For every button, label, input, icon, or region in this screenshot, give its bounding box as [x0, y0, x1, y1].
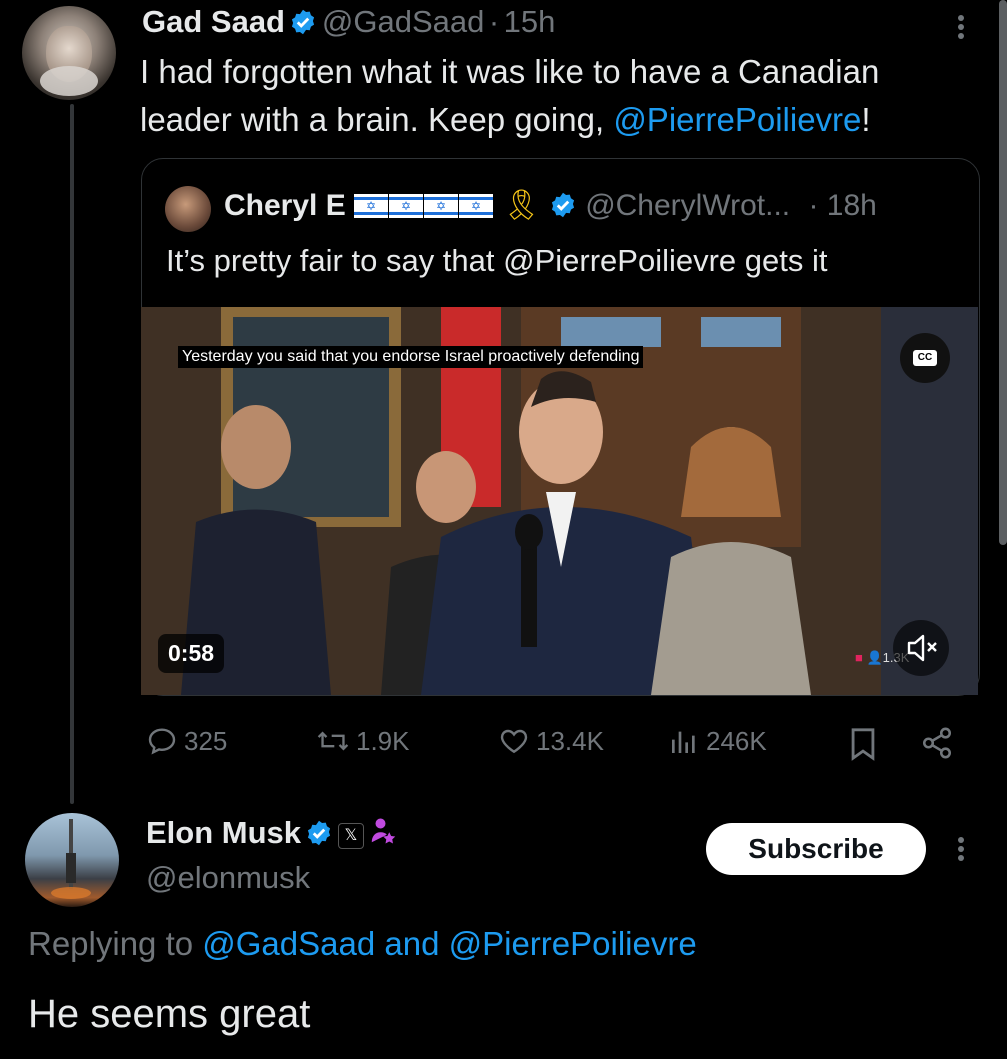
quote-author-handle: @CherylWrot...	[585, 189, 791, 222]
thread-line	[70, 104, 74, 804]
scrollbar[interactable]	[999, 0, 1007, 545]
tweet-text-segment: !	[861, 101, 871, 138]
x-affiliate-badge-icon: 𝕏	[337, 823, 364, 849]
mute-button[interactable]	[893, 620, 949, 676]
viewer-icon: 👤	[866, 650, 883, 665]
quote-text: It’s pretty fair to say that @PierrePoil…	[166, 243, 828, 278]
quote-timestamp: · 18h	[808, 189, 877, 222]
tweet-header: Gad Saad @GadSaad · 15h	[142, 4, 555, 40]
share-icon	[922, 727, 952, 759]
reply-text: He seems great	[28, 992, 311, 1036]
volume-muted-icon	[907, 634, 937, 662]
quote-avatar	[165, 186, 211, 232]
bookmark-button[interactable]	[848, 727, 878, 766]
reply-button[interactable]: 325	[146, 725, 227, 757]
quote-header: Cheryl E ✡ ✡ ✡ ✡ 🎗 @CherylWrot... · 18h	[224, 188, 877, 223]
verified-badge-icon	[551, 192, 574, 218]
reply-icon	[148, 728, 176, 755]
mention-link[interactable]: @PierrePoilievre	[613, 101, 861, 138]
replying-to-label: Replying to	[28, 925, 203, 962]
share-button[interactable]	[919, 726, 955, 765]
replying-to: Replying to @GadSaad and @PierrePoilievr…	[28, 925, 697, 963]
author-name[interactable]: Gad Saad	[142, 4, 285, 39]
tweet-text-segment: leader with a brain. Keep going,	[140, 101, 614, 138]
repost-count: 1.9K	[356, 725, 410, 756]
tweet-text-line: I had forgotten what it was like to have…	[140, 53, 880, 90]
views-button[interactable]: 246K	[668, 725, 767, 757]
avatar[interactable]	[22, 6, 116, 100]
quote-author-name: Cheryl E	[224, 189, 346, 222]
rocket-image	[51, 819, 91, 899]
heart-icon	[500, 729, 528, 754]
replying-to-users-link[interactable]: @GadSaad and @PierrePoilievre	[202, 925, 696, 962]
live-dot-icon: ■	[855, 650, 863, 665]
tweet-text: I had forgotten what it was like to have…	[140, 48, 990, 144]
more-options-icon[interactable]	[958, 834, 966, 864]
reply-header: Elon Musk 𝕏	[146, 815, 398, 851]
author-handle[interactable]: @GadSaad	[322, 4, 484, 39]
like-count: 13.4K	[536, 725, 604, 756]
separator: ·	[488, 4, 500, 39]
verified-badge-icon	[308, 820, 331, 846]
video-duration: 0:58	[158, 634, 225, 673]
repost-icon	[317, 731, 349, 751]
reply-count: 325	[184, 725, 228, 756]
timestamp[interactable]: 15h	[504, 4, 556, 39]
closed-captions-button[interactable]: CC	[900, 333, 950, 383]
video-caption: Yesterday you said that you endorse Isra…	[178, 346, 644, 368]
reply-avatar[interactable]	[25, 813, 119, 907]
like-button[interactable]: 13.4K	[498, 725, 604, 757]
view-count: 246K	[706, 725, 767, 756]
cc-icon: CC	[913, 350, 937, 366]
subscribe-button[interactable]: Subscribe	[706, 823, 926, 875]
reply-author-name[interactable]: Elon Musk	[146, 815, 301, 850]
government-badge-icon	[372, 818, 396, 844]
israel-flag-icon: ✡ ✡ ✡ ✡	[354, 189, 494, 222]
views-icon	[672, 731, 695, 753]
yellow-ribbon-icon: 🎗	[502, 189, 541, 222]
repost-button[interactable]: 1.9K	[316, 725, 410, 757]
bookmark-icon	[851, 728, 875, 761]
verified-badge-icon	[292, 9, 315, 35]
more-options-icon[interactable]	[958, 12, 966, 42]
reply-author-handle[interactable]: @elonmusk	[146, 860, 310, 896]
tweet-text-line: leader with a brain. Keep going, @Pierre…	[140, 96, 990, 144]
